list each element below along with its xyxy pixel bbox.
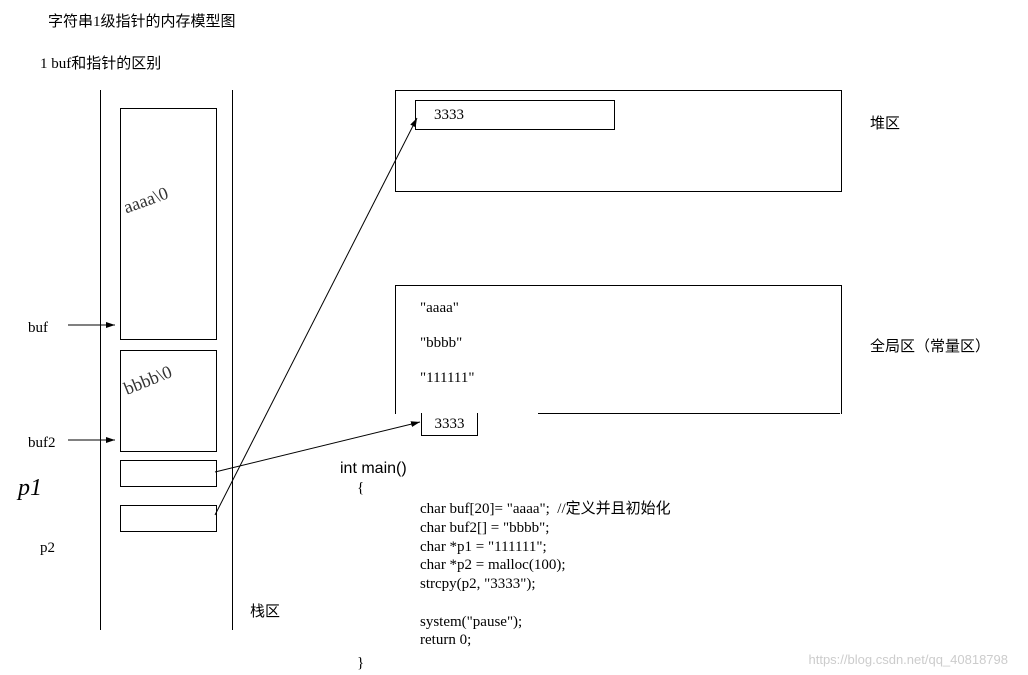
buf-label: buf [28,320,48,337]
stack-buf-box [120,108,217,340]
global-literal-bbbb: "bbbb" [420,335,462,352]
heap-region-label: 堆区 [870,112,900,133]
global-literal-3333: 3333 [421,413,478,436]
code-brace-open: { [357,480,364,497]
stack-border-left [100,90,102,630]
code-brace-close: } [357,655,364,672]
global-literal-aaaa: "aaaa" [420,300,459,317]
heap-cell: 3333 [415,100,615,130]
global-region-bottom-rule [538,413,840,415]
stack-p1-box [120,460,217,487]
p1-label: p1 [18,475,42,502]
global-literal-111111: "111111" [420,370,474,387]
diagram-subtitle: 1 buf和指针的区别 [40,52,161,73]
global-region-label: 全局区（常量区） [870,335,990,356]
p2-label: p2 [40,540,55,557]
stack-border-right [232,90,234,630]
code-signature: int main() [340,460,407,478]
watermark-text: https://blog.csdn.net/qq_40818798 [809,652,1009,667]
arrow-p2-to-heap [215,118,417,515]
stack-region-label: 栈区 [250,600,280,621]
stack-p2-box [120,505,217,532]
diagram-title: 字符串1级指针的内存模型图 [48,10,236,31]
buf2-label: buf2 [28,435,56,452]
code-body: char buf[20]= "aaaa"; //定义并且初始化 char buf… [420,500,671,650]
